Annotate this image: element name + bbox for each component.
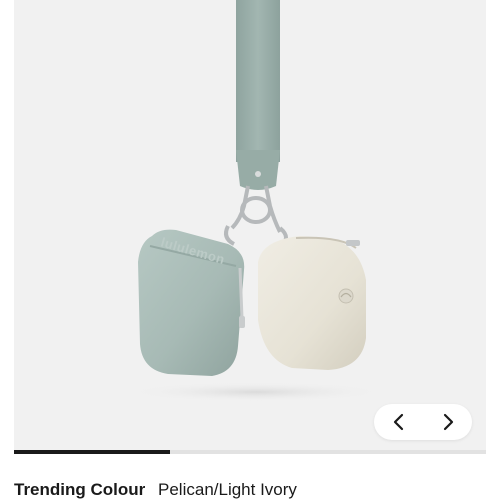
carousel-controls xyxy=(374,404,472,440)
gallery-progress-fill xyxy=(14,450,170,454)
previous-image-button[interactable] xyxy=(381,404,417,440)
left-pouch: lululemon xyxy=(138,229,245,376)
next-image-button[interactable] xyxy=(430,404,466,440)
colour-caption: Trending Colour Pelican/Light Ivory xyxy=(14,480,297,500)
chevron-left-icon xyxy=(393,413,403,431)
clip-hardware xyxy=(224,185,288,248)
product-shadow xyxy=(126,382,386,402)
colour-label: Trending Colour xyxy=(14,480,146,499)
colour-value: Pelican/Light Ivory xyxy=(158,480,297,499)
product-gallery: lululemon xyxy=(0,0,500,458)
brand-logo-icon xyxy=(338,288,354,304)
gallery-progress-track xyxy=(14,450,486,454)
wrist-strap xyxy=(236,0,280,190)
right-pouch xyxy=(258,236,366,370)
product-image[interactable]: lululemon xyxy=(0,0,500,458)
chevron-right-icon xyxy=(443,413,453,431)
